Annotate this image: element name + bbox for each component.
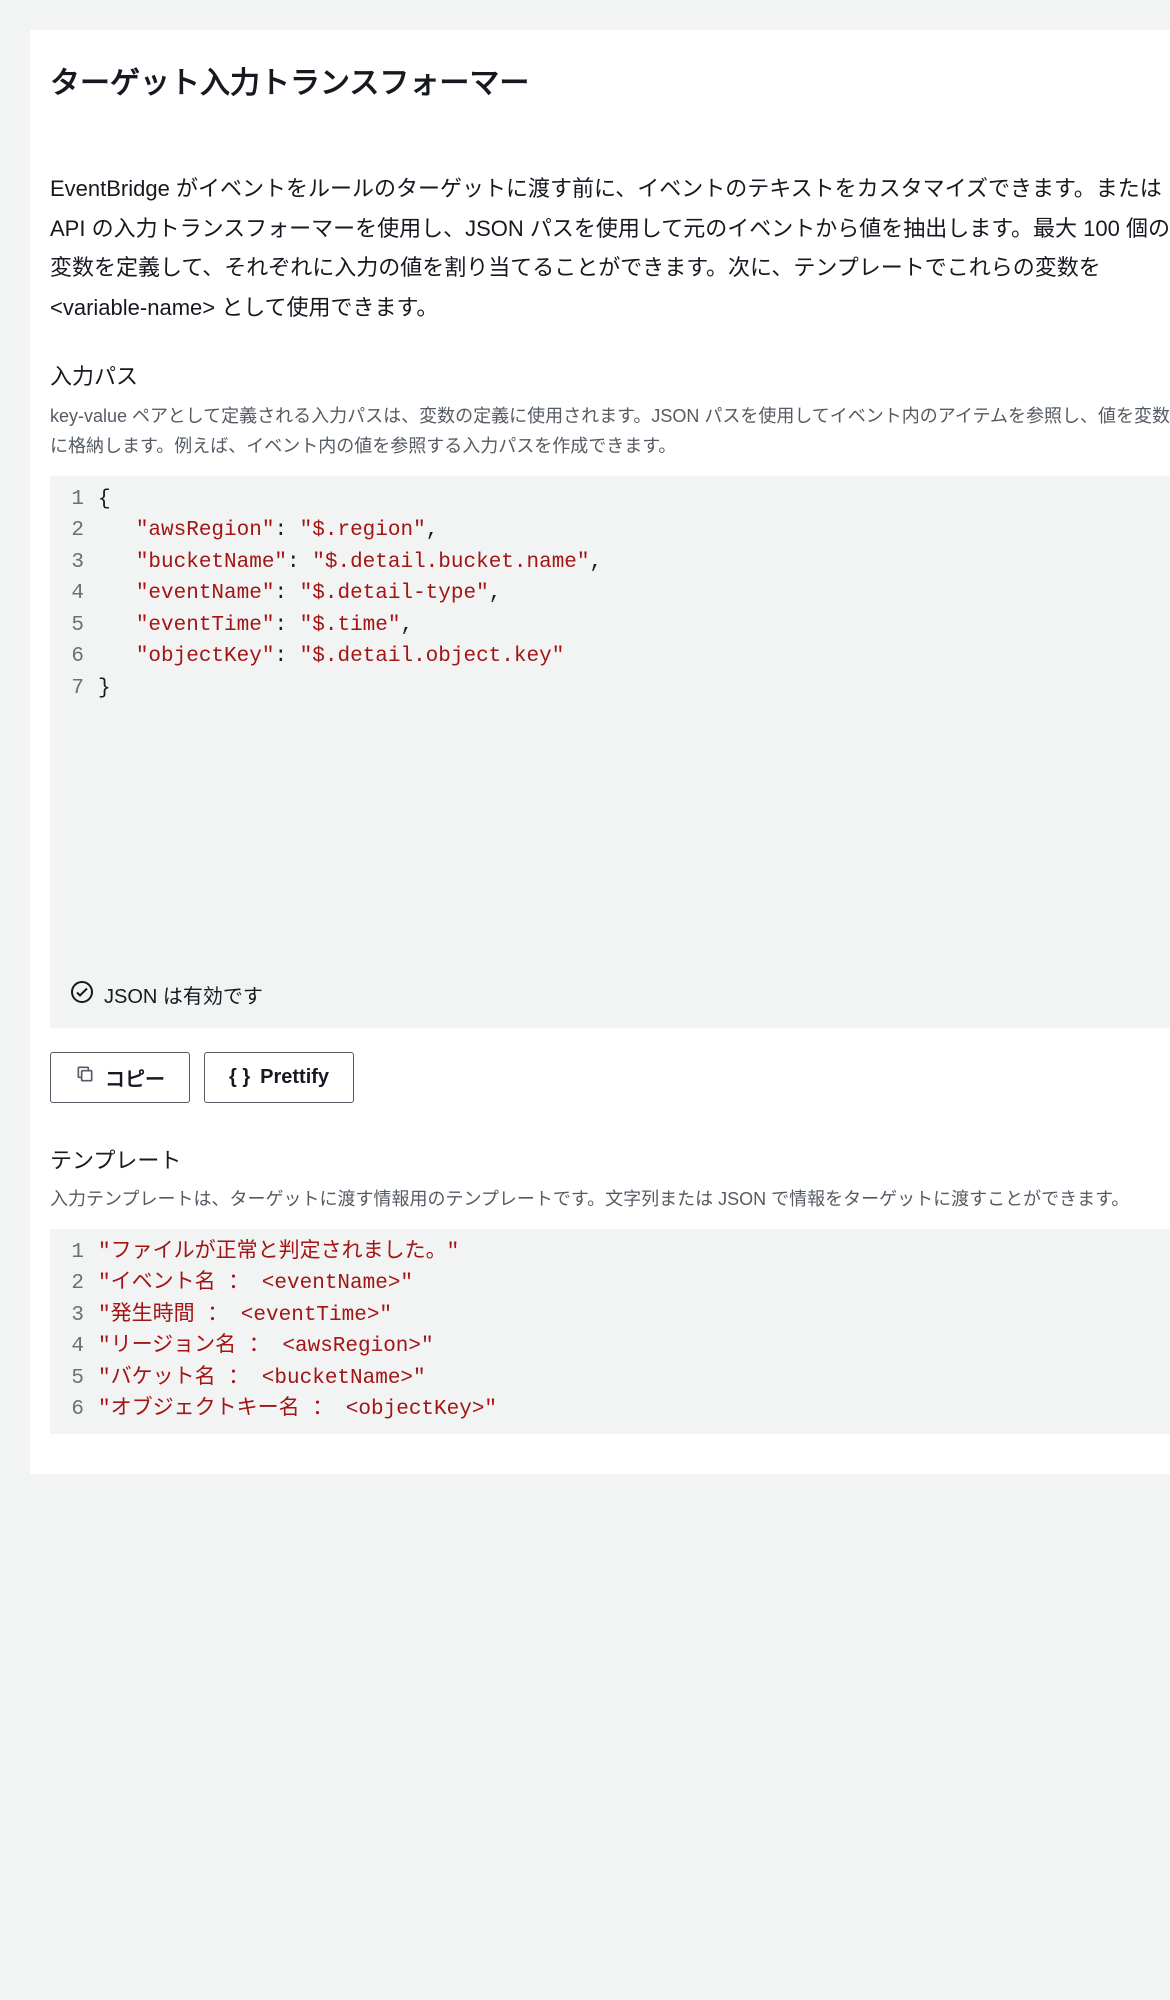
copy-button-label: コピー (105, 1063, 165, 1092)
prettify-button[interactable]: { } Prettify (204, 1052, 354, 1103)
line-number: 2 (50, 1268, 98, 1300)
input-transformer-panel: ターゲット入力トランスフォーマー EventBridge がイベントをルールのタ… (30, 30, 1170, 1474)
line-content: { (98, 484, 1170, 516)
line-content: "オブジェクトキー名 ： <objectKey>" (98, 1394, 1170, 1426)
line-number: 1 (50, 484, 98, 516)
input-path-subtext: key-value ペアとして定義される入力パスは、変数の定義に使用されます。J… (50, 401, 1170, 462)
line-content: "ファイルが正常と判定されました。" (98, 1237, 1170, 1269)
line-content: "bucketName": "$.detail.bucket.name", (98, 547, 1170, 579)
line-number: 5 (50, 610, 98, 642)
line-number: 4 (50, 1331, 98, 1363)
code-line: 2"イベント名 ： <eventName>" (50, 1268, 1170, 1300)
line-content: "awsRegion": "$.region", (98, 515, 1170, 547)
line-content: "eventTime": "$.time", (98, 610, 1170, 642)
line-number: 1 (50, 1237, 98, 1269)
code-line: 4 "eventName": "$.detail-type", (50, 578, 1170, 610)
line-number: 5 (50, 1363, 98, 1395)
line-content: "リージョン名 ： <awsRegion>" (98, 1331, 1170, 1363)
code-line: 1"ファイルが正常と判定されました。" (50, 1237, 1170, 1269)
line-content: "発生時間 ： <eventTime>" (98, 1300, 1170, 1332)
line-content: "バケット名 ： <bucketName>" (98, 1363, 1170, 1395)
code-line: 2 "awsRegion": "$.region", (50, 515, 1170, 547)
braces-icon: { } (229, 1066, 250, 1089)
line-number: 6 (50, 641, 98, 673)
panel-title: ターゲット入力トランスフォーマー (50, 60, 1150, 108)
code-line: 3"発生時間 ： <eventTime>" (50, 1300, 1170, 1332)
code-line: 6 "objectKey": "$.detail.object.key" (50, 641, 1170, 673)
code-line: 5 "eventTime": "$.time", (50, 610, 1170, 642)
panel-header: ターゲット入力トランスフォーマー (30, 30, 1170, 139)
code-line: 4"リージョン名 ： <awsRegion>" (50, 1331, 1170, 1363)
json-valid-status: JSON は有効です (50, 966, 1170, 1028)
code-line: 5"バケット名 ： <bucketName>" (50, 1363, 1170, 1395)
code-line: 1{ (50, 484, 1170, 516)
copy-icon (75, 1064, 95, 1090)
code-line: 6"オブジェクトキー名 ： <objectKey>" (50, 1394, 1170, 1426)
input-path-code-editor[interactable]: 1{2 "awsRegion": "$.region",3 "bucketNam… (50, 476, 1170, 966)
json-valid-text: JSON は有効です (104, 981, 263, 1013)
template-code-editor[interactable]: 1"ファイルが正常と判定されました。"2"イベント名 ： <eventName>… (50, 1229, 1170, 1434)
line-number: 4 (50, 578, 98, 610)
prettify-button-label: Prettify (260, 1066, 329, 1089)
template-subtext: 入力テンプレートは、ターゲットに渡す情報用のテンプレートです。文字列または JS… (50, 1184, 1170, 1215)
code-line: 7} (50, 673, 1170, 705)
check-circle-icon (70, 980, 94, 1014)
line-number: 6 (50, 1394, 98, 1426)
copy-button[interactable]: コピー (50, 1052, 190, 1103)
line-number: 3 (50, 547, 98, 579)
line-number: 3 (50, 1300, 98, 1332)
template-title: テンプレート (50, 1143, 1170, 1178)
panel-description: EventBridge がイベントをルールのターゲットに渡す前に、イベントのテキ… (50, 169, 1170, 327)
input-path-title: 入力パス (50, 359, 1170, 394)
code-line: 3 "bucketName": "$.detail.bucket.name", (50, 547, 1170, 579)
line-content: "objectKey": "$.detail.object.key" (98, 641, 1170, 673)
line-content: } (98, 673, 1170, 705)
line-number: 7 (50, 673, 98, 705)
line-content: "eventName": "$.detail-type", (98, 578, 1170, 610)
line-content: "イベント名 ： <eventName>" (98, 1268, 1170, 1300)
line-number: 2 (50, 515, 98, 547)
